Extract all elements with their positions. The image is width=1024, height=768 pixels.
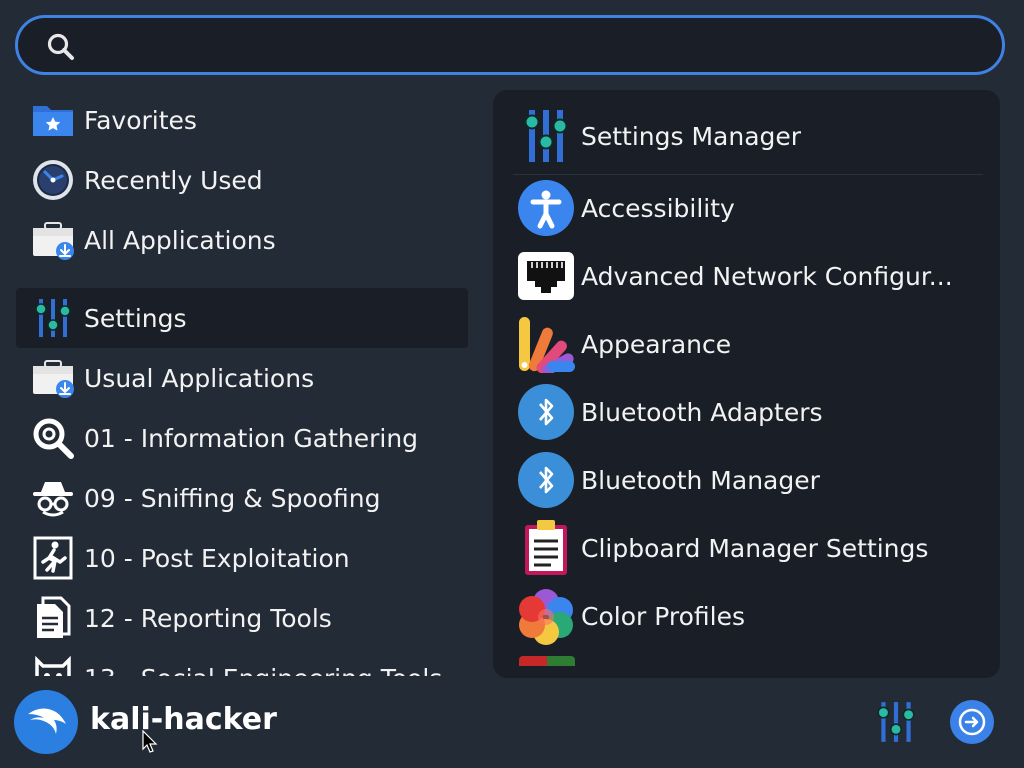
exit-runner-icon: [30, 535, 76, 581]
partial-app-icon: [519, 656, 575, 666]
app-label: Appearance: [581, 329, 732, 359]
settings-sliders-icon: [877, 702, 915, 742]
category-all-applications[interactable]: All Applications: [16, 210, 468, 270]
category-label: 12 - Reporting Tools: [84, 603, 332, 633]
category-information-gathering[interactable]: 01 - Information Gathering: [16, 408, 468, 468]
app-advanced-network-configuration[interactable]: Advanced Network Configur...: [513, 242, 983, 310]
settings-button[interactable]: [874, 700, 918, 744]
app-clipboard-manager-settings[interactable]: Clipboard Manager Settings: [513, 514, 983, 582]
category-reporting-tools[interactable]: 12 - Reporting Tools: [16, 588, 468, 648]
app-label: Advanced Network Configur...: [581, 261, 953, 291]
app-label: Settings Manager: [581, 121, 802, 151]
social-engineering-icon: [30, 655, 76, 676]
document-icon: [30, 595, 76, 641]
category-favorites[interactable]: Favorites: [16, 90, 468, 150]
appearance-palette-icon: [517, 315, 575, 373]
accessibility-icon: [517, 179, 575, 237]
spy-icon: [30, 475, 76, 521]
app-label: Color Profiles: [581, 601, 745, 631]
category-post-exploitation[interactable]: 10 - Post Exploitation: [16, 528, 468, 588]
bluetooth-icon: [517, 383, 575, 441]
category-usual-applications[interactable]: Usual Applications: [16, 348, 468, 408]
logout-icon: [958, 708, 986, 736]
applications-folder-icon: [30, 355, 76, 401]
clock-icon: [30, 157, 76, 203]
category-label: 01 - Information Gathering: [84, 423, 419, 453]
category-label: Settings: [84, 303, 187, 333]
applications-folder-icon: [30, 217, 76, 263]
app-appearance[interactable]: Appearance: [513, 310, 983, 378]
search-icon: [47, 33, 74, 60]
category-label: 10 - Post Exploitation: [84, 543, 350, 573]
mouse-cursor-icon: [142, 730, 158, 753]
category-recently-used[interactable]: Recently Used: [16, 150, 468, 210]
clipboard-icon: [517, 519, 575, 577]
app-label: Bluetooth Manager: [581, 465, 820, 495]
color-profiles-icon: [517, 587, 575, 645]
network-port-icon: [517, 247, 575, 305]
bluetooth-icon: [517, 451, 575, 509]
category-settings[interactable]: Settings: [16, 288, 468, 348]
app-color-profiles[interactable]: Color Profiles: [513, 582, 983, 650]
username: kali-hacker: [90, 702, 277, 737]
category-sniffing-spoofing[interactable]: 09 - Sniffing & Spoofing: [16, 468, 468, 528]
category-label: Recently Used: [84, 165, 263, 195]
app-label: Bluetooth Adapters: [581, 397, 823, 427]
category-social-engineering[interactable]: 13 - Social Engineering Tools: [16, 648, 468, 676]
app-bluetooth-manager[interactable]: Bluetooth Manager: [513, 446, 983, 514]
category-label: All Applications: [84, 225, 276, 255]
settings-sliders-icon: [30, 295, 76, 341]
logout-button[interactable]: [950, 700, 994, 744]
application-list: Settings Manager Accessibility Advanced …: [493, 90, 1000, 678]
app-settings-manager[interactable]: Settings Manager: [513, 102, 983, 170]
magnifier-icon: [30, 415, 76, 461]
settings-sliders-icon: [517, 107, 575, 165]
favorites-folder-icon: [30, 97, 76, 143]
category-label: Favorites: [84, 105, 197, 135]
category-label: 13 - Social Engineering Tools: [84, 664, 442, 677]
kali-dragon-icon: [28, 708, 66, 734]
category-label: 09 - Sniffing & Spoofing: [84, 483, 381, 513]
app-accessibility[interactable]: Accessibility: [513, 174, 983, 242]
app-bluetooth-adapters[interactable]: Bluetooth Adapters: [513, 378, 983, 446]
category-list: Favorites Recently Used All Applications…: [16, 90, 469, 676]
search-input[interactable]: [90, 28, 974, 64]
search-bar[interactable]: [15, 15, 1005, 75]
app-label: Accessibility: [581, 193, 735, 223]
avatar[interactable]: [14, 690, 78, 754]
category-label: Usual Applications: [84, 363, 315, 393]
app-label: Clipboard Manager Settings: [581, 533, 929, 563]
